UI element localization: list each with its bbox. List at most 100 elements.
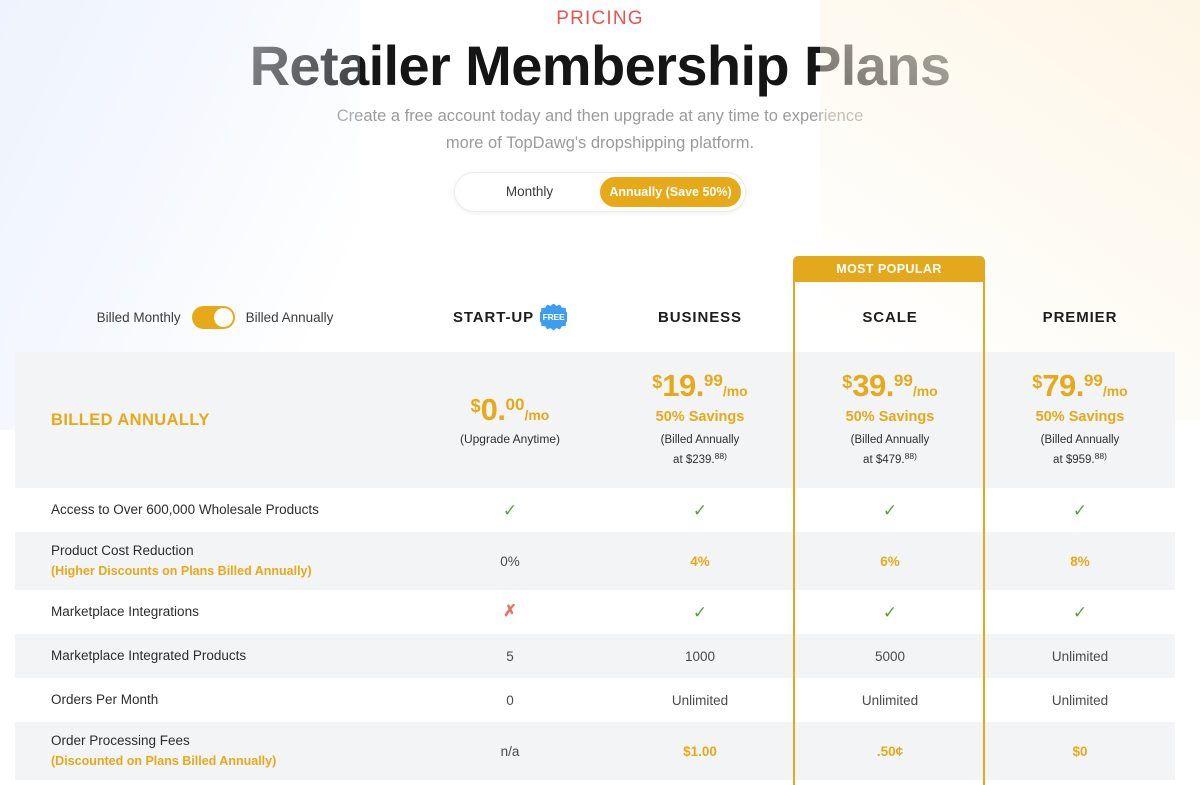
feature-value-cell: Unlimited <box>605 678 795 722</box>
feature-value-cell: n/a <box>415 722 605 780</box>
price-cents: 99 <box>893 371 913 391</box>
section-eyebrow: PRICING <box>556 8 644 29</box>
feature-value-cell: ✗ <box>415 590 605 634</box>
feature-value-cell: Unlimited <box>985 634 1175 678</box>
feature-value-cell: 5000 <box>795 634 985 678</box>
billed-note-line-2: at $239.88) <box>661 450 740 470</box>
billed-note-line-1: (Billed Annually <box>660 434 740 447</box>
feature-label-cell: Access to Over 600,000 Wholesale Product… <box>15 488 415 532</box>
price-period: /mo <box>524 407 550 423</box>
tab-monthly[interactable]: Monthly <box>459 177 600 207</box>
feature-value-cell: 8% <box>985 532 1175 590</box>
table-row: Orders Per Month 0 Unlimited Unlimited Unlim… <box>15 678 1175 722</box>
feature-label-cell: Product Cost Reduction (Higher Discounts … <box>15 532 415 590</box>
price-cell-premier: $79.99/mo 50% Savings (Billed Annually a… <box>985 352 1175 488</box>
free-badge-icon: FREE <box>540 303 568 331</box>
price-billed-note: (Billed Annually at $479.88) <box>851 432 930 470</box>
billed-note-cents: 88) <box>714 451 727 461</box>
billed-note-amount: at $959. <box>1053 454 1095 466</box>
feature-value-cell: .50¢ <box>795 722 985 780</box>
feature-value-cell: 6% <box>795 532 985 590</box>
price-cents: 00 <box>505 395 525 414</box>
price-amount: $0.00/mo <box>471 394 550 425</box>
billed-note-line-2: at $959.88) <box>1041 450 1120 470</box>
price-main: 19. <box>662 368 704 404</box>
price-main: 79. <box>1042 368 1084 404</box>
price-savings: 50% Savings <box>845 409 935 426</box>
price-row: BILLED ANNUALLY $0.00/mo (Upgrade Anytim… <box>15 352 1175 488</box>
table-header-row: Billed Monthly Billed Annually START-UP … <box>15 282 1175 352</box>
price-currency: $ <box>652 372 663 393</box>
price-savings: 50% Savings <box>1035 409 1125 426</box>
billed-note-cents: 88) <box>1094 451 1107 461</box>
price-cents: 99 <box>1083 371 1103 391</box>
feature-value-cell: ✓ <box>795 590 985 634</box>
feature-label-cell: Marketplace Integrated Products <box>15 634 415 678</box>
price-currency: $ <box>470 396 481 416</box>
table-row: Order Processing Fees (Discounted on Plan… <box>15 722 1175 780</box>
feature-value-cell: 1000 <box>605 634 795 678</box>
feature-rows: Access to Over 600,000 Wholesale Product… <box>15 488 1175 780</box>
feature-label-cell: Marketplace Integrations <box>15 590 415 634</box>
feature-value: 4% <box>690 553 710 569</box>
page-title: Retailer Membership Plans <box>249 34 951 97</box>
feature-value: 0 <box>506 692 514 708</box>
feature-value: $1.00 <box>683 743 717 759</box>
feature-value-cell: $1.00 <box>605 722 795 780</box>
price-note: (Upgrade Anytime) <box>459 432 561 446</box>
price-billed-note: (Billed Annually at $959.88) <box>1041 432 1120 470</box>
feature-value-cell: Unlimited <box>795 678 985 722</box>
check-icon: ✓ <box>692 500 708 520</box>
billing-period-toggle[interactable]: Monthly Annually (Save 50%) <box>454 172 746 213</box>
plan-header-premier: PREMIER <box>985 282 1175 352</box>
table-row: Access to Over 600,000 Wholesale Product… <box>15 488 1175 532</box>
feature-value: Unlimited <box>1051 692 1109 708</box>
price-amount: $19.99/mo <box>652 370 747 401</box>
feature-value: 5000 <box>874 648 906 664</box>
feature-value-cell: ✓ <box>605 488 795 532</box>
feature-value: $0 <box>1072 743 1088 759</box>
price-cell-business: $19.99/mo 50% Savings (Billed Annually a… <box>605 352 795 488</box>
feature-value: 6% <box>880 553 900 569</box>
price-period: /mo <box>1102 383 1128 400</box>
feature-value: 1000 <box>684 648 716 664</box>
most-popular-banner: MOST POPULAR <box>793 256 985 282</box>
billed-annually-label: Billed Annually <box>245 309 334 325</box>
check-icon: ✓ <box>882 602 898 622</box>
billed-monthly-label: Billed Monthly <box>96 309 181 325</box>
tab-annually[interactable]: Annually (Save 50%) <box>600 177 741 208</box>
page-subtitle-line-2: more of TopDawg's dropshipping platform. <box>445 133 755 152</box>
feature-value: 8% <box>1070 553 1090 569</box>
price-main: 0. <box>480 392 506 427</box>
price-row-label: BILLED ANNUALLY <box>51 410 210 429</box>
feature-value-cell: 4% <box>605 532 795 590</box>
feature-value-cell: ✓ <box>795 488 985 532</box>
price-period: /mo <box>722 383 748 400</box>
page-subtitle-line-1: Create a free account today and then upg… <box>336 107 864 126</box>
feature-sublabel: (Discounted on Plans Billed Annually) <box>51 754 277 769</box>
price-period: /mo <box>912 383 938 400</box>
pricing-page: PRICING Retailer Membership Plans Create… <box>0 0 1200 785</box>
check-icon: ✓ <box>502 500 518 520</box>
table-row: Marketplace Integrations ✗ ✓ ✓ ✓ <box>15 590 1175 634</box>
billing-period-toggle-wrap: Monthly Annually (Save 50%) <box>0 172 1200 213</box>
price-cell-scale: $39.99/mo 50% Savings (Billed Annually a… <box>795 352 985 488</box>
feature-value-cell: ✓ <box>605 590 795 634</box>
billed-note-line-1: (Billed Annually <box>1040 434 1120 447</box>
feature-label: Order Processing Fees <box>51 732 190 748</box>
plan-name-label: BUSINESS <box>658 308 742 326</box>
billed-toggle[interactable]: Billed Monthly Billed Annually <box>96 305 334 329</box>
billed-toggle-switch[interactable] <box>191 305 235 329</box>
check-icon: ✓ <box>882 500 898 520</box>
cross-icon: ✗ <box>503 603 517 620</box>
billing-switch-cell: Billed Monthly Billed Annually <box>15 282 415 352</box>
feature-value: Unlimited <box>1051 648 1109 664</box>
feature-label: Marketplace Integrated Products <box>51 648 247 664</box>
feature-label-cell: Orders Per Month <box>15 678 415 722</box>
feature-value-cell: ✓ <box>985 590 1175 634</box>
toggle-knob <box>213 307 233 327</box>
feature-value: n/a <box>500 743 520 759</box>
plan-name-label: SCALE <box>862 308 918 326</box>
plan-name-label: PREMIER <box>1042 308 1118 326</box>
feature-label: Access to Over 600,000 Wholesale Product… <box>51 502 319 518</box>
